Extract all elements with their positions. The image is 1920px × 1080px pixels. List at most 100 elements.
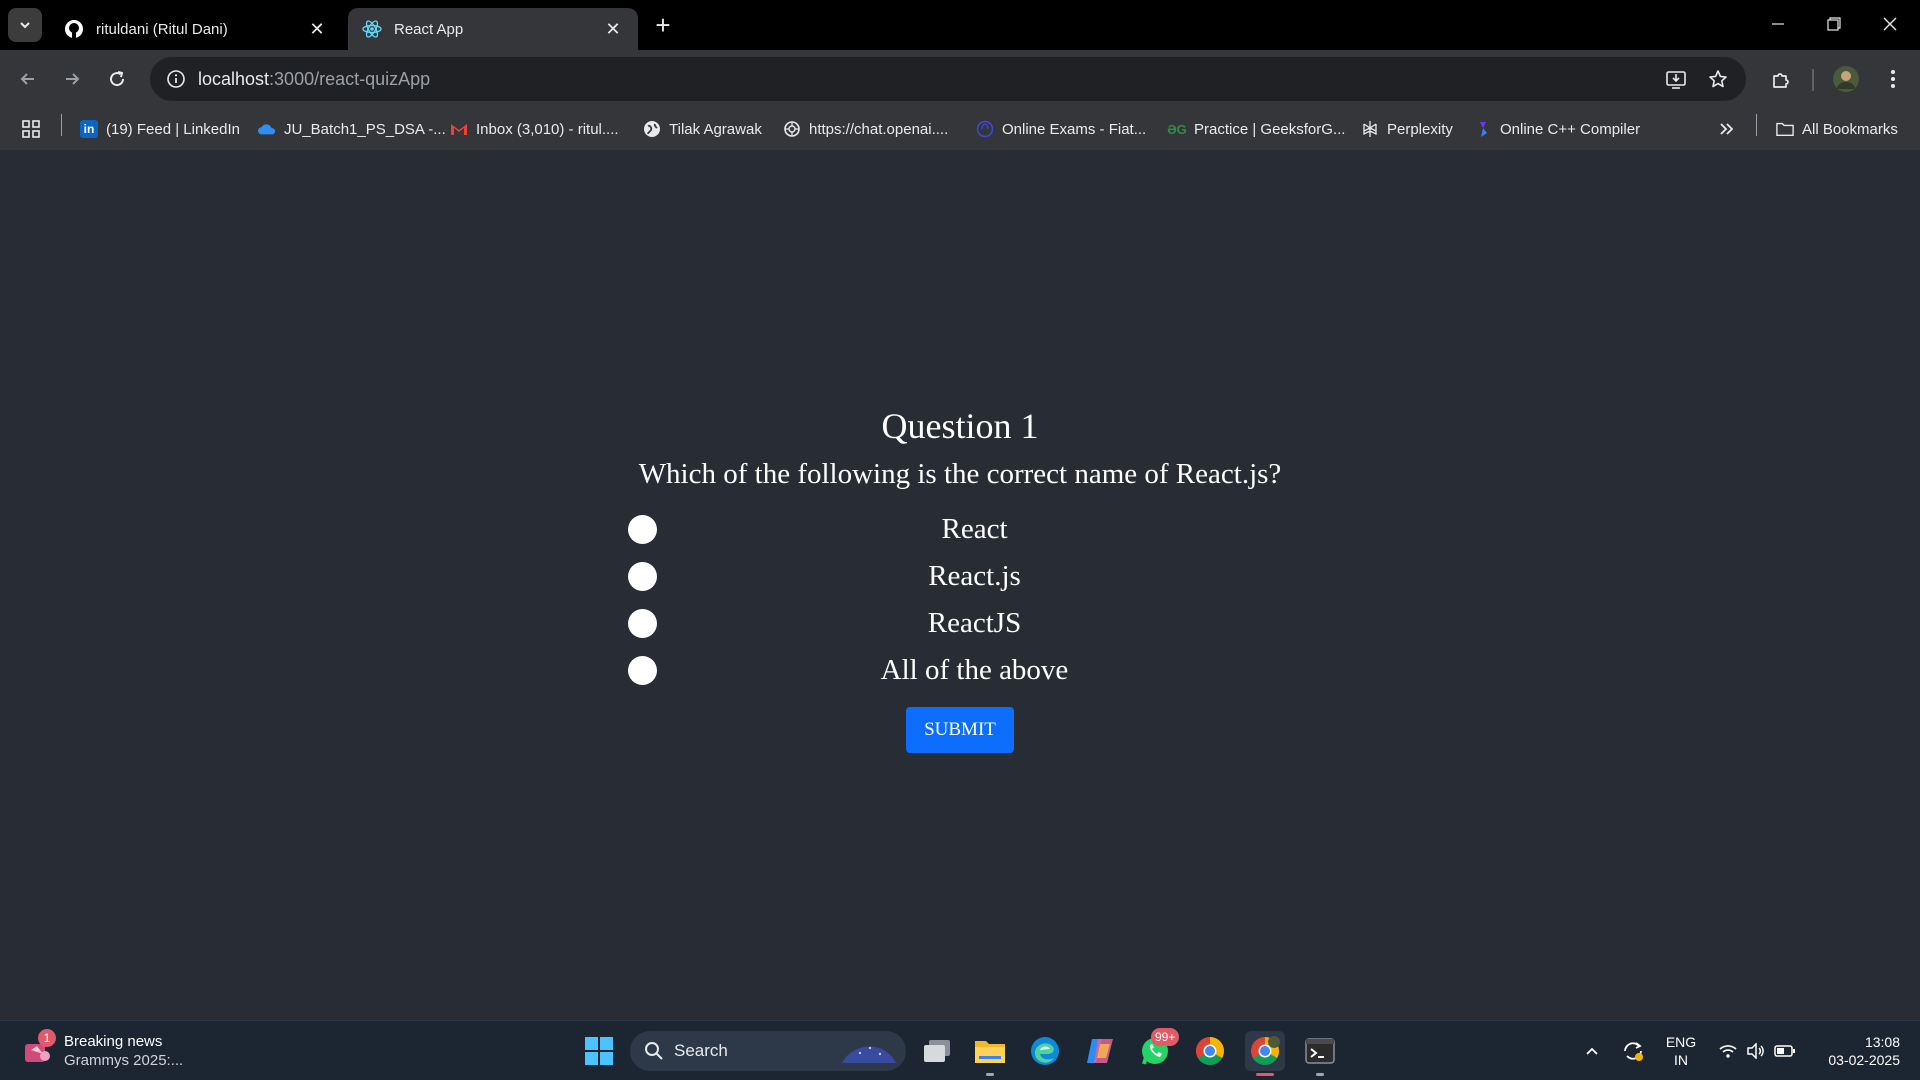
clock-time: 13:08 xyxy=(1864,1034,1900,1050)
bookmark-label: Online Exams - Fiat... xyxy=(1002,120,1147,138)
radio-button[interactable] xyxy=(628,655,657,685)
clock[interactable]: 13:08 03-02-2025 xyxy=(1808,1033,1900,1069)
bookmarks-divider xyxy=(1756,114,1757,136)
avatar-icon xyxy=(1833,66,1859,92)
bookmark-label: Online C++ Compiler xyxy=(1500,120,1641,138)
linkedin-icon: in xyxy=(80,120,98,138)
bookmark-linkedin[interactable]: in (19) Feed | LinkedIn xyxy=(80,116,240,142)
close-tab-icon[interactable]: ✕ xyxy=(306,18,328,40)
start-button[interactable] xyxy=(579,1031,619,1071)
submit-button[interactable]: SUBMIT xyxy=(906,707,1014,753)
apps-grid-icon xyxy=(22,120,40,138)
question-text: Which of the following is the correct na… xyxy=(638,458,1282,490)
running-indicator xyxy=(1316,1073,1324,1076)
close-tab-icon[interactable]: ✕ xyxy=(602,18,624,40)
chrome-profile-button[interactable] xyxy=(1245,1031,1285,1071)
bookmark-label: Tilak Agrawak xyxy=(669,120,762,138)
windows-logo-icon xyxy=(585,1037,613,1065)
all-bookmarks-button[interactable]: All Bookmarks xyxy=(1776,116,1898,142)
back-button[interactable] xyxy=(12,63,44,95)
option-react-js[interactable]: React.js xyxy=(628,559,1292,593)
radio-button[interactable] xyxy=(628,561,657,591)
bookmark-perplexity[interactable]: Perplexity xyxy=(1361,116,1453,142)
site-info-icon[interactable] xyxy=(154,69,198,89)
bookmark-tilak[interactable]: Tilak Agrawak xyxy=(643,116,762,142)
file-explorer-button[interactable] xyxy=(970,1031,1010,1071)
tab-title: rituldani (Ritul Dani) xyxy=(96,20,228,38)
option-label: React.js xyxy=(928,559,1021,592)
reload-icon xyxy=(110,71,125,87)
option-reactjs[interactable]: ReactJS xyxy=(628,606,1292,640)
menu-button[interactable] xyxy=(1877,63,1909,95)
more-bookmarks-button[interactable] xyxy=(1718,116,1734,142)
profile-avatar[interactable] xyxy=(1830,63,1862,95)
apps-button[interactable] xyxy=(22,116,40,142)
volume-icon[interactable] xyxy=(1744,1031,1768,1071)
terminal-button[interactable] xyxy=(1300,1031,1340,1071)
bookmark-label: https://chat.openai.... xyxy=(809,120,949,138)
news-icon: 1 xyxy=(22,1029,56,1066)
bookmarks-divider xyxy=(61,114,62,136)
reload-button[interactable] xyxy=(101,63,133,95)
search-highlight-icon xyxy=(842,1046,896,1063)
bookmark-label: (19) Feed | LinkedIn xyxy=(106,120,240,138)
sync-button[interactable] xyxy=(1618,1031,1648,1071)
news-widget[interactable]: 1 Breaking news Grammys 2025:... xyxy=(22,1029,183,1073)
option-react[interactable]: React xyxy=(628,512,1292,546)
close-icon xyxy=(1883,17,1897,31)
language-indicator[interactable]: ENG IN xyxy=(1662,1033,1700,1069)
copilot-icon xyxy=(1087,1039,1113,1063)
option-label: React xyxy=(941,512,1008,545)
bookmarks-bar: in (19) Feed | LinkedIn JU_Batch1_PS_DSA… xyxy=(0,108,1920,150)
radio-button[interactable] xyxy=(628,514,657,544)
option-all-of-the-above[interactable]: All of the above xyxy=(628,653,1292,687)
language-code: ENG xyxy=(1665,1034,1697,1050)
toolbar-divider xyxy=(1812,69,1814,91)
minimize-button[interactable] xyxy=(1750,0,1806,48)
close-window-button[interactable] xyxy=(1862,0,1918,48)
address-bar[interactable]: localhost:3000/react-quizApp xyxy=(150,57,1746,101)
edge-button[interactable] xyxy=(1025,1031,1065,1071)
url-host: localhost xyxy=(198,68,270,89)
tab-github[interactable]: rituldani (Ritul Dani) ✕ xyxy=(50,8,342,50)
arrow-left-icon xyxy=(20,73,34,85)
quiz-page: Question 1 Which of the following is the… xyxy=(0,150,1920,1020)
bookmark-label: Perplexity xyxy=(1387,120,1453,138)
radio-button[interactable] xyxy=(628,608,657,638)
bookmark-cpp-compiler[interactable]: Online C++ Compiler xyxy=(1474,116,1640,142)
gmail-icon xyxy=(450,120,468,138)
url-text[interactable]: localhost:3000/react-quizApp xyxy=(198,69,430,90)
puzzle-icon xyxy=(1773,73,1789,88)
whatsapp-button[interactable]: 99+ xyxy=(1135,1028,1180,1071)
exam-icon xyxy=(976,120,994,138)
news-subtitle: Grammys 2025:... xyxy=(64,1052,184,1069)
forward-button[interactable] xyxy=(56,63,88,95)
restore-button[interactable] xyxy=(1806,0,1862,48)
bookmark-onedrive[interactable]: JU_Batch1_PS_DSA -... xyxy=(258,116,446,142)
news-title: Breaking news xyxy=(64,1033,163,1050)
tab-title: React App xyxy=(394,20,464,38)
running-indicator xyxy=(1256,1073,1274,1076)
bookmark-online-exams[interactable]: Online Exams - Fiat... xyxy=(976,116,1146,142)
browser-toolbar: localhost:3000/react-quizApp xyxy=(0,50,1920,108)
bookmark-gmail[interactable]: Inbox (3,010) - ritul.... xyxy=(450,116,619,142)
clock-date: 03-02-2025 xyxy=(1828,1052,1900,1068)
copilot-button[interactable] xyxy=(1080,1031,1120,1071)
folder-icon xyxy=(975,1041,1005,1063)
tab-search-button[interactable] xyxy=(8,8,42,42)
tab-react-app[interactable]: React App ✕ xyxy=(348,8,638,50)
bookmark-star-icon[interactable] xyxy=(1698,57,1738,101)
github-icon xyxy=(64,19,84,39)
new-tab-button[interactable]: + xyxy=(648,10,678,40)
show-hidden-icons-button[interactable] xyxy=(1580,1031,1604,1071)
task-view-button[interactable] xyxy=(917,1031,957,1071)
bookmark-openai[interactable]: https://chat.openai.... xyxy=(783,116,948,142)
chrome-button[interactable] xyxy=(1190,1031,1230,1071)
wifi-icon[interactable] xyxy=(1716,1031,1740,1071)
battery-icon[interactable] xyxy=(1772,1031,1798,1071)
install-app-icon[interactable] xyxy=(1656,57,1696,101)
extensions-button[interactable] xyxy=(1765,63,1797,95)
taskbar-search[interactable]: Search xyxy=(630,1031,906,1071)
bookmark-geeksforgeeks[interactable]: ƏG Practice | GeeksforG... xyxy=(1167,116,1345,142)
arrow-right-icon xyxy=(66,73,80,85)
